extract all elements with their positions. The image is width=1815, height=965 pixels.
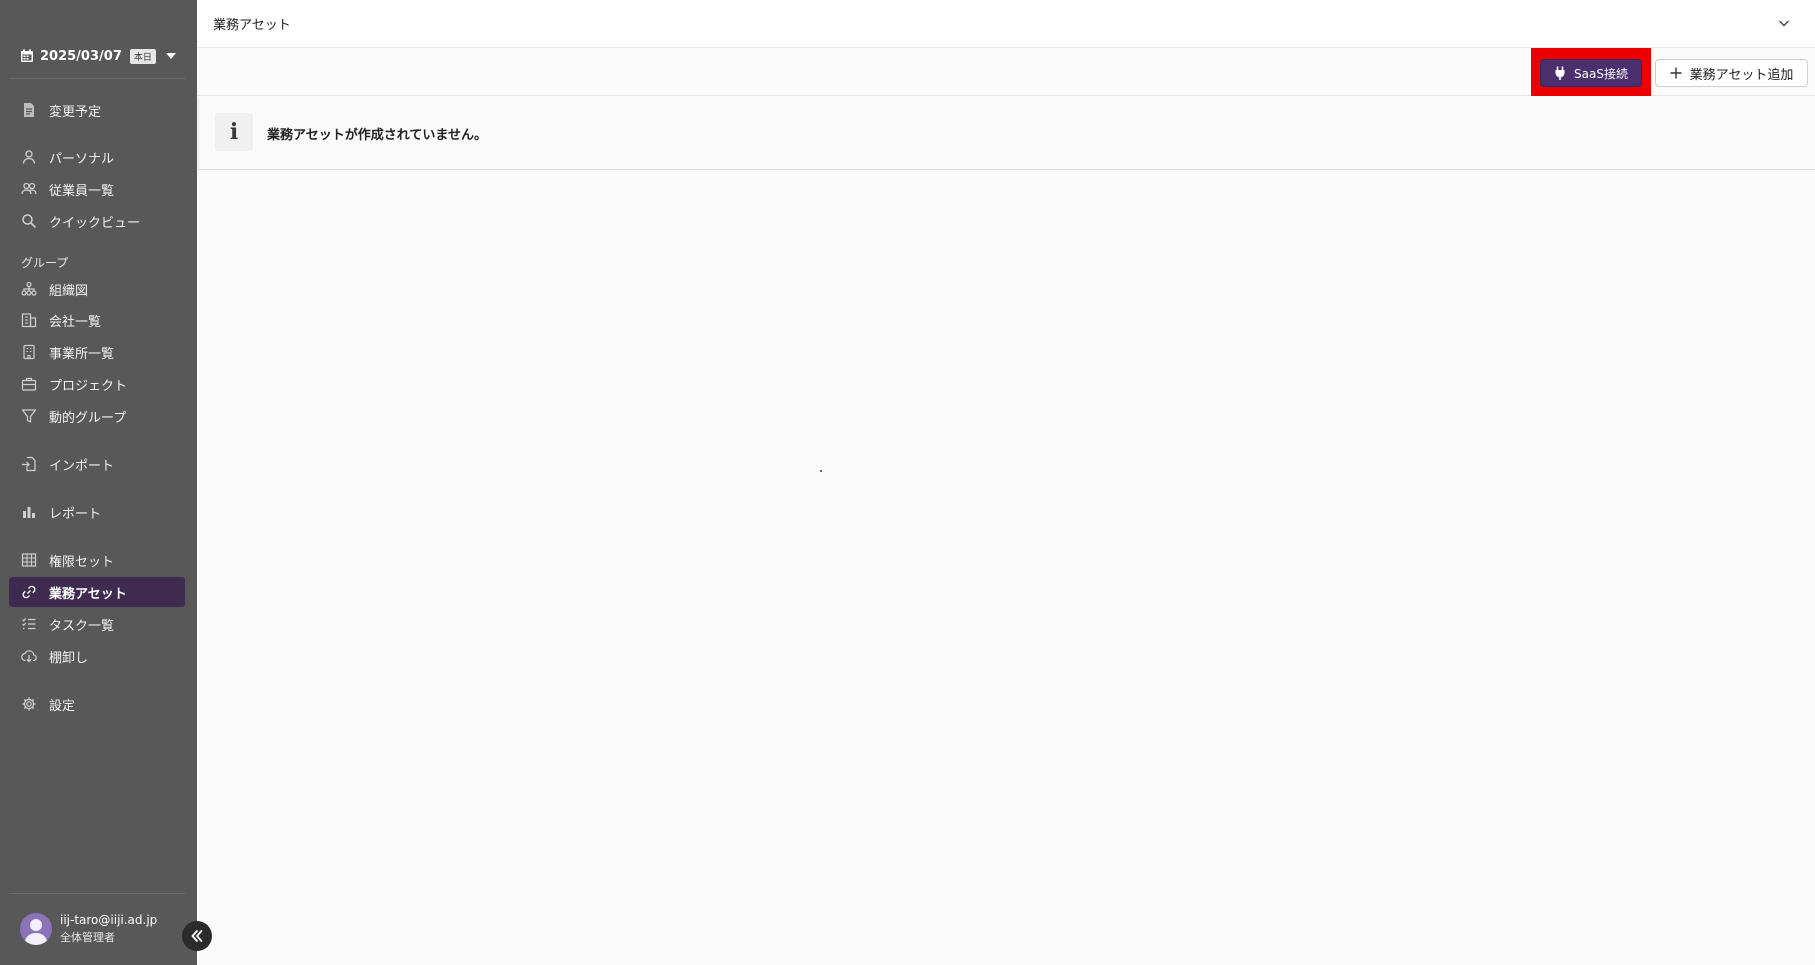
divider <box>9 893 185 894</box>
empty-state-text: 業務アセットが作成されていません。 <box>267 128 487 143</box>
tasklist-icon <box>22 618 36 630</box>
saas-connect-label: SaaS接続 <box>1574 66 1628 81</box>
sidebar-item-label: プロジェクト <box>49 378 128 394</box>
today-badge: 本日 <box>129 48 156 64</box>
sidebar-item-label: 事業所一覧 <box>49 346 115 362</box>
gear-icon <box>22 697 36 711</box>
link-icon <box>22 585 36 599</box>
office-icon <box>23 344 35 360</box>
sidebar-item-label: タスク一覧 <box>49 618 115 634</box>
divider <box>9 78 185 79</box>
avatar <box>20 913 52 945</box>
sidebar-item-employees[interactable]: 従業員一覧 <box>9 174 185 204</box>
sidebar-item-offices[interactable]: 事業所一覧 <box>9 337 185 367</box>
plus-icon <box>1670 67 1682 79</box>
sidebar-item-label: 棚卸し <box>49 650 89 666</box>
sidebar-item-label: 動的グループ <box>49 410 127 426</box>
sidebar-item-label: パーソナル <box>49 151 115 167</box>
sidebar-item-scheduled-changes[interactable]: 変更予定 <box>9 95 185 125</box>
people-icon <box>21 182 37 195</box>
sidebar-item-label: 会社一覧 <box>49 314 102 330</box>
sidebar-item-label: クイックビュー <box>49 215 141 231</box>
sidebar-item-projects[interactable]: プロジェクト <box>9 369 185 399</box>
collapse-sidebar-button[interactable] <box>182 921 212 951</box>
sidebar-item-label: インポート <box>49 458 115 474</box>
user-profile[interactable]: iij-taro@iiji.ad.jp 全体管理者 <box>20 913 157 945</box>
sidebar-item-business-assets[interactable]: 業務アセット <box>9 577 185 607</box>
cursor-dot <box>820 470 822 472</box>
info-icon: i <box>215 113 253 151</box>
page-title: 業務アセット <box>213 18 291 33</box>
building-icon <box>21 313 37 328</box>
sidebar-item-inventory[interactable]: 棚卸し <box>9 641 185 671</box>
sidebar: 2025/03/07 本日 変更予定 パーソナル 従業員一覧 クイックビュー グ… <box>0 0 197 965</box>
org-chart-icon <box>21 281 37 296</box>
user-email: iij-taro@iiji.ad.jp <box>60 913 158 927</box>
user-role: 全体管理者 <box>60 931 115 944</box>
sidebar-item-org-chart[interactable]: 組織図 <box>9 274 185 304</box>
sidebar-item-label: レポート <box>49 506 102 522</box>
grid-icon <box>21 553 37 567</box>
document-icon <box>24 103 34 117</box>
header: 業務アセット <box>197 0 1815 48</box>
chevron-down-icon[interactable] <box>1777 16 1791 30</box>
sidebar-item-label: 設定 <box>49 698 76 714</box>
add-business-asset-button[interactable]: 業務アセット追加 <box>1655 59 1808 87</box>
sidebar-item-settings[interactable]: 設定 <box>9 689 185 719</box>
date-selector[interactable]: 2025/03/07 本日 <box>20 44 176 68</box>
sidebar-item-label: 権限セット <box>49 554 115 570</box>
saas-connect-button[interactable]: SaaS接続 <box>1540 59 1642 87</box>
caret-down-icon <box>165 53 176 59</box>
sidebar-item-companies[interactable]: 会社一覧 <box>9 305 185 335</box>
calendar-icon <box>21 49 33 62</box>
sidebar-item-personal[interactable]: パーソナル <box>9 142 185 172</box>
sidebar-item-quick-view[interactable]: クイックビュー <box>9 206 185 236</box>
sidebar-item-label: 従業員一覧 <box>49 183 115 199</box>
sidebar-item-reports[interactable]: レポート <box>9 497 185 527</box>
bar-chart-icon <box>23 507 35 518</box>
sidebar-item-label: 業務アセット <box>49 586 127 602</box>
filter-icon <box>21 409 37 423</box>
add-business-asset-label: 業務アセット追加 <box>1689 67 1794 83</box>
sidebar-item-task-list[interactable]: タスク一覧 <box>9 609 185 639</box>
double-chevron-left-icon <box>191 930 203 942</box>
sidebar-item-permission-sets[interactable]: 権限セット <box>9 545 185 575</box>
person-icon <box>22 150 36 164</box>
sidebar-item-dynamic-groups[interactable]: 動的グループ <box>9 401 185 431</box>
sidebar-item-label: 組織図 <box>49 283 89 299</box>
briefcase-icon <box>21 377 37 391</box>
cloud-download-icon <box>21 650 37 663</box>
plug-icon <box>1555 66 1565 80</box>
import-icon <box>22 456 36 472</box>
group-section-label: グループ <box>21 256 69 270</box>
empty-state-message: i 業務アセットが作成されていません。 <box>198 97 1815 170</box>
sidebar-item-label: 変更予定 <box>49 104 102 120</box>
search-icon <box>22 214 37 229</box>
sidebar-item-import[interactable]: インポート <box>9 449 185 479</box>
current-date: 2025/03/07 <box>40 48 122 64</box>
